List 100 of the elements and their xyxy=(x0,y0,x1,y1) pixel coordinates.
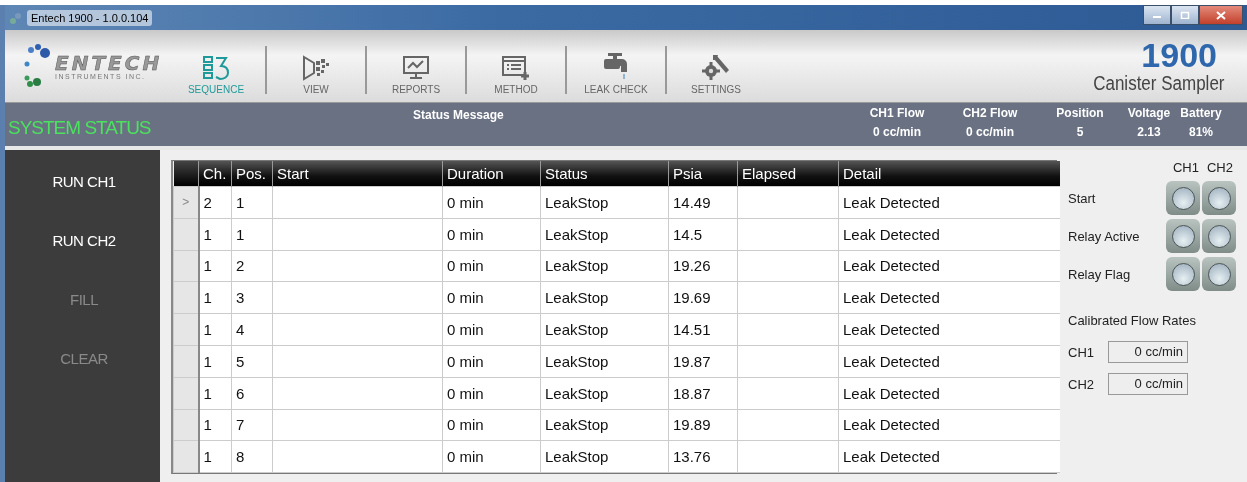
table-cell: 19.69 xyxy=(668,281,738,314)
column-header: Duration xyxy=(442,161,541,187)
reading-value: 5 xyxy=(1076,125,1084,139)
list-add-icon xyxy=(501,55,531,81)
column-header: Status xyxy=(540,161,669,187)
table-cell: Leak Detected xyxy=(838,440,1060,473)
table-cell: 0 min xyxy=(442,186,541,219)
indicator-label: Relay Active xyxy=(1068,228,1141,244)
model-number: 1900 xyxy=(1141,37,1217,72)
reading-label: CH1 Flow xyxy=(869,106,925,120)
row-header[interactable] xyxy=(173,313,199,346)
table-cell: 18.87 xyxy=(668,377,738,410)
table-cell: 14.49 xyxy=(668,186,738,219)
table-cell: 0 min xyxy=(442,313,541,346)
close-button[interactable] xyxy=(1199,5,1243,25)
table-cell: 19.87 xyxy=(668,345,738,378)
field-label: CH2 xyxy=(1068,376,1095,392)
table-cell: 19.89 xyxy=(668,409,738,441)
table-cell: 0 min xyxy=(442,377,541,410)
table-cell: 14.5 xyxy=(668,218,738,251)
table-cell: Leak Detected xyxy=(838,250,1060,282)
table-cell: LeakStop xyxy=(540,345,669,378)
indicator-label: Relay Flag xyxy=(1068,266,1132,282)
table-cell: 13.76 xyxy=(668,440,738,473)
table-cell: 0 min xyxy=(442,250,541,282)
table-cell: 2 xyxy=(231,250,273,282)
product-name: Canister Sampler xyxy=(1093,71,1225,95)
reading-value: 2.13 xyxy=(1137,125,1161,139)
column-header: Pos. xyxy=(231,161,273,187)
table-cell: 7 xyxy=(231,409,273,441)
table-cell: 0 min xyxy=(442,218,541,251)
table-cell: 1 xyxy=(231,218,273,251)
table-cell: 4 xyxy=(231,313,273,346)
channel-header: CH1 xyxy=(1172,160,1199,175)
status-message-label: Status Message xyxy=(412,107,505,124)
toolbar-button[interactable]: VIEW xyxy=(267,43,365,99)
monitor-chart-icon xyxy=(402,55,430,81)
logo-wordmark: ENTECH xyxy=(55,52,163,73)
table-cell: Leak Detected xyxy=(838,281,1060,314)
sidebar-button[interactable]: RUN CH1 xyxy=(8,164,160,223)
indicator-label: Start xyxy=(1068,190,1097,206)
column-header: Detail xyxy=(838,161,1060,187)
minimize-button[interactable] xyxy=(1143,5,1171,25)
faucet-icon xyxy=(602,51,630,81)
table-cell: 19.26 xyxy=(668,250,738,282)
flow-rate-field[interactable]: 0 cc/min xyxy=(1108,341,1188,363)
table-cell: 8 xyxy=(231,440,273,473)
wrench-gear-icon xyxy=(701,53,731,81)
table-cell: 14.51 xyxy=(668,313,738,346)
table-cell: 6 xyxy=(231,377,273,410)
reading-value: 81% xyxy=(1189,125,1213,139)
reading-label: Voltage xyxy=(1127,106,1171,120)
table-cell: 0 min xyxy=(442,409,541,441)
table-cell: Leak Detected xyxy=(838,313,1060,346)
close-icon xyxy=(1216,10,1226,20)
calibrated-flow-title: Calibrated Flow Rates xyxy=(1068,313,1197,328)
row-header[interactable] xyxy=(173,281,199,314)
table-cell: LeakStop xyxy=(540,409,669,441)
logo-dots-icon xyxy=(23,44,51,88)
table-cell: LeakStop xyxy=(540,186,669,219)
table-cell: LeakStop xyxy=(540,281,669,314)
table-cell: LeakStop xyxy=(540,218,669,251)
toolbar-button[interactable]: REPORTS xyxy=(367,43,465,99)
flow-rate-field[interactable]: 0 cc/min xyxy=(1108,373,1188,395)
maximize-button[interactable] xyxy=(1171,5,1199,25)
window-title: Entech 1900 - 1.0.0.104 xyxy=(27,9,153,26)
row-header[interactable] xyxy=(173,409,199,441)
toolbar-button[interactable]: SETTINGS xyxy=(667,43,765,99)
row-header[interactable] xyxy=(173,440,199,473)
table-cell: 0 min xyxy=(442,281,541,314)
table-cell: 2 xyxy=(198,186,232,219)
column-header: Start xyxy=(272,161,443,187)
table-cell: LeakStop xyxy=(540,440,669,473)
row-header[interactable]: > xyxy=(173,186,199,219)
table-cell: 0 min xyxy=(442,440,541,473)
table-cell: Leak Detected xyxy=(838,218,1060,251)
sidebar-button[interactable]: RUN CH2 xyxy=(8,223,160,282)
toolbar-button[interactable]: LEAK CHECK xyxy=(567,43,665,99)
reading-label: CH2 Flow xyxy=(962,106,1018,120)
column-header: Elapsed xyxy=(737,161,839,187)
reading-label: Position xyxy=(1056,106,1104,120)
row-header[interactable] xyxy=(173,250,199,282)
column-header: Psia xyxy=(668,161,738,187)
reading-value: 0 cc/min xyxy=(966,125,1014,139)
table-cell: Leak Detected xyxy=(838,377,1060,410)
table-cell: Leak Detected xyxy=(838,345,1060,378)
toolbar-button[interactable]: SEQUENCE xyxy=(167,43,265,99)
table-cell: 0 min xyxy=(442,345,541,378)
sequence-icon xyxy=(202,55,230,81)
column-header: Ch. xyxy=(198,161,232,187)
reading-label: Battery xyxy=(1180,106,1222,120)
system-status-title: SYSTEM STATUS xyxy=(7,116,152,140)
row-header[interactable] xyxy=(173,218,199,251)
table-cell: 1 xyxy=(231,186,273,219)
channel-header: CH2 xyxy=(1207,160,1233,175)
row-header[interactable] xyxy=(173,345,199,378)
table-cell: LeakStop xyxy=(540,313,669,346)
maximize-icon xyxy=(1180,11,1190,19)
row-header[interactable] xyxy=(173,377,199,410)
toolbar-button[interactable]: METHOD xyxy=(467,43,565,99)
